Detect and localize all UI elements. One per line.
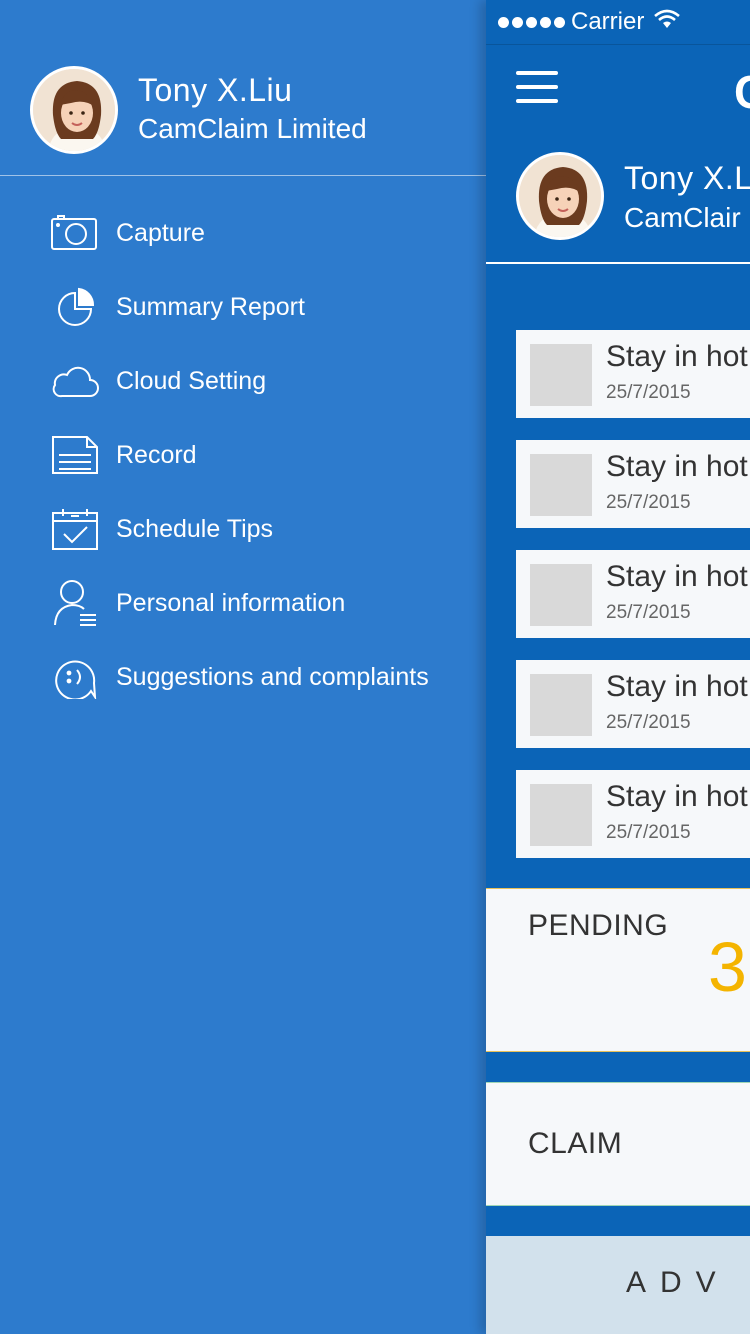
- chat-smile-icon: [50, 652, 100, 702]
- list-item[interactable]: Stay in hot 25/7/2015: [516, 550, 750, 638]
- calendar-check-icon: [50, 504, 100, 554]
- profile-name: Tony X.L: [624, 160, 750, 196]
- hamburger-menu-icon[interactable]: [516, 71, 560, 105]
- record-title: Stay in hot: [606, 340, 748, 373]
- main-panel: Carrier C Tony: [486, 0, 750, 1334]
- user-company: CamClaim Limited: [138, 113, 367, 144]
- side-drawer: Tony X.Liu CamClaim Limited Capture Summ…: [0, 0, 486, 1334]
- menu-item-suggestions-and-complaints[interactable]: Suggestions and complaints: [0, 640, 486, 714]
- record-date: 25/7/2015: [606, 822, 691, 843]
- record-thumbnail: [530, 564, 592, 626]
- menu-item-personal-information[interactable]: Personal information: [0, 566, 486, 640]
- menu-item-record[interactable]: Record: [0, 418, 486, 492]
- record-thumbnail: [530, 344, 592, 406]
- menu-item-summary-report[interactable]: Summary Report: [0, 270, 486, 344]
- drawer-header: Tony X.Liu CamClaim Limited: [0, 0, 486, 176]
- list-item[interactable]: Stay in hot 25/7/2015: [516, 440, 750, 528]
- drawer-menu: Capture Summary Report Cloud Setting Rec…: [0, 196, 486, 714]
- document-icon: [50, 430, 100, 480]
- menu-label: Cloud Setting: [116, 366, 267, 395]
- avatar-photo-icon: [519, 155, 601, 237]
- record-date: 25/7/2015: [606, 492, 691, 513]
- record-date: 25/7/2015: [606, 602, 691, 623]
- list-item[interactable]: Stay in hot 25/7/2015: [516, 660, 750, 748]
- pending-card[interactable]: PENDING 3: [486, 888, 750, 1052]
- menu-item-capture[interactable]: Capture: [0, 196, 486, 270]
- avatar[interactable]: [516, 152, 604, 240]
- record-title: Stay in hot: [606, 560, 748, 593]
- menu-label: Schedule Tips: [116, 514, 274, 543]
- record-title: Stay in hot: [606, 450, 748, 483]
- carrier-label: Carrier: [571, 8, 645, 35]
- list-item[interactable]: Stay in hot 25/7/2015: [516, 330, 750, 418]
- ad-banner[interactable]: ADV: [486, 1236, 750, 1334]
- menu-label: Suggestions and complaints: [116, 662, 429, 691]
- record-title: Stay in hot: [606, 780, 748, 813]
- menu-item-schedule-tips[interactable]: Schedule Tips: [0, 492, 486, 566]
- wifi-icon: [654, 8, 681, 36]
- profile-company: CamClair: [624, 202, 741, 233]
- pending-count: 3: [708, 928, 747, 1006]
- list-item[interactable]: Stay in hot 25/7/2015: [516, 770, 750, 858]
- menu-label: Summary Report: [116, 292, 305, 321]
- record-title: Stay in hot: [606, 670, 748, 703]
- camera-icon: [50, 208, 100, 258]
- profile-header: Tony X.L CamClair: [486, 132, 750, 264]
- person-list-icon: [50, 578, 100, 628]
- record-date: 25/7/2015: [606, 382, 691, 403]
- menu-label: Capture: [116, 218, 205, 247]
- status-bar: Carrier: [486, 0, 750, 44]
- claim-label: CLAIM: [528, 1127, 623, 1160]
- cloud-icon: [50, 356, 100, 406]
- nav-title: C: [734, 65, 750, 119]
- menu-label: Record: [116, 440, 197, 469]
- record-thumbnail: [530, 784, 592, 846]
- record-date: 25/7/2015: [606, 712, 691, 733]
- pie-chart-icon: [50, 282, 100, 332]
- menu-label: Personal information: [116, 588, 346, 617]
- record-thumbnail: [530, 454, 592, 516]
- nav-bar: C: [486, 44, 750, 132]
- menu-item-cloud-setting[interactable]: Cloud Setting: [0, 344, 486, 418]
- record-list: Stay in hot 25/7/2015 Stay in hot 25/7/2…: [516, 330, 750, 880]
- signal-strength-icon: [498, 16, 565, 28]
- claim-card[interactable]: CLAIM: [486, 1082, 750, 1206]
- ad-text: ADV: [626, 1266, 730, 1299]
- pending-label: PENDING: [528, 909, 669, 942]
- avatar-photo-icon: [33, 69, 115, 151]
- avatar[interactable]: [30, 66, 118, 154]
- record-thumbnail: [530, 674, 592, 736]
- user-name: Tony X.Liu: [138, 72, 293, 108]
